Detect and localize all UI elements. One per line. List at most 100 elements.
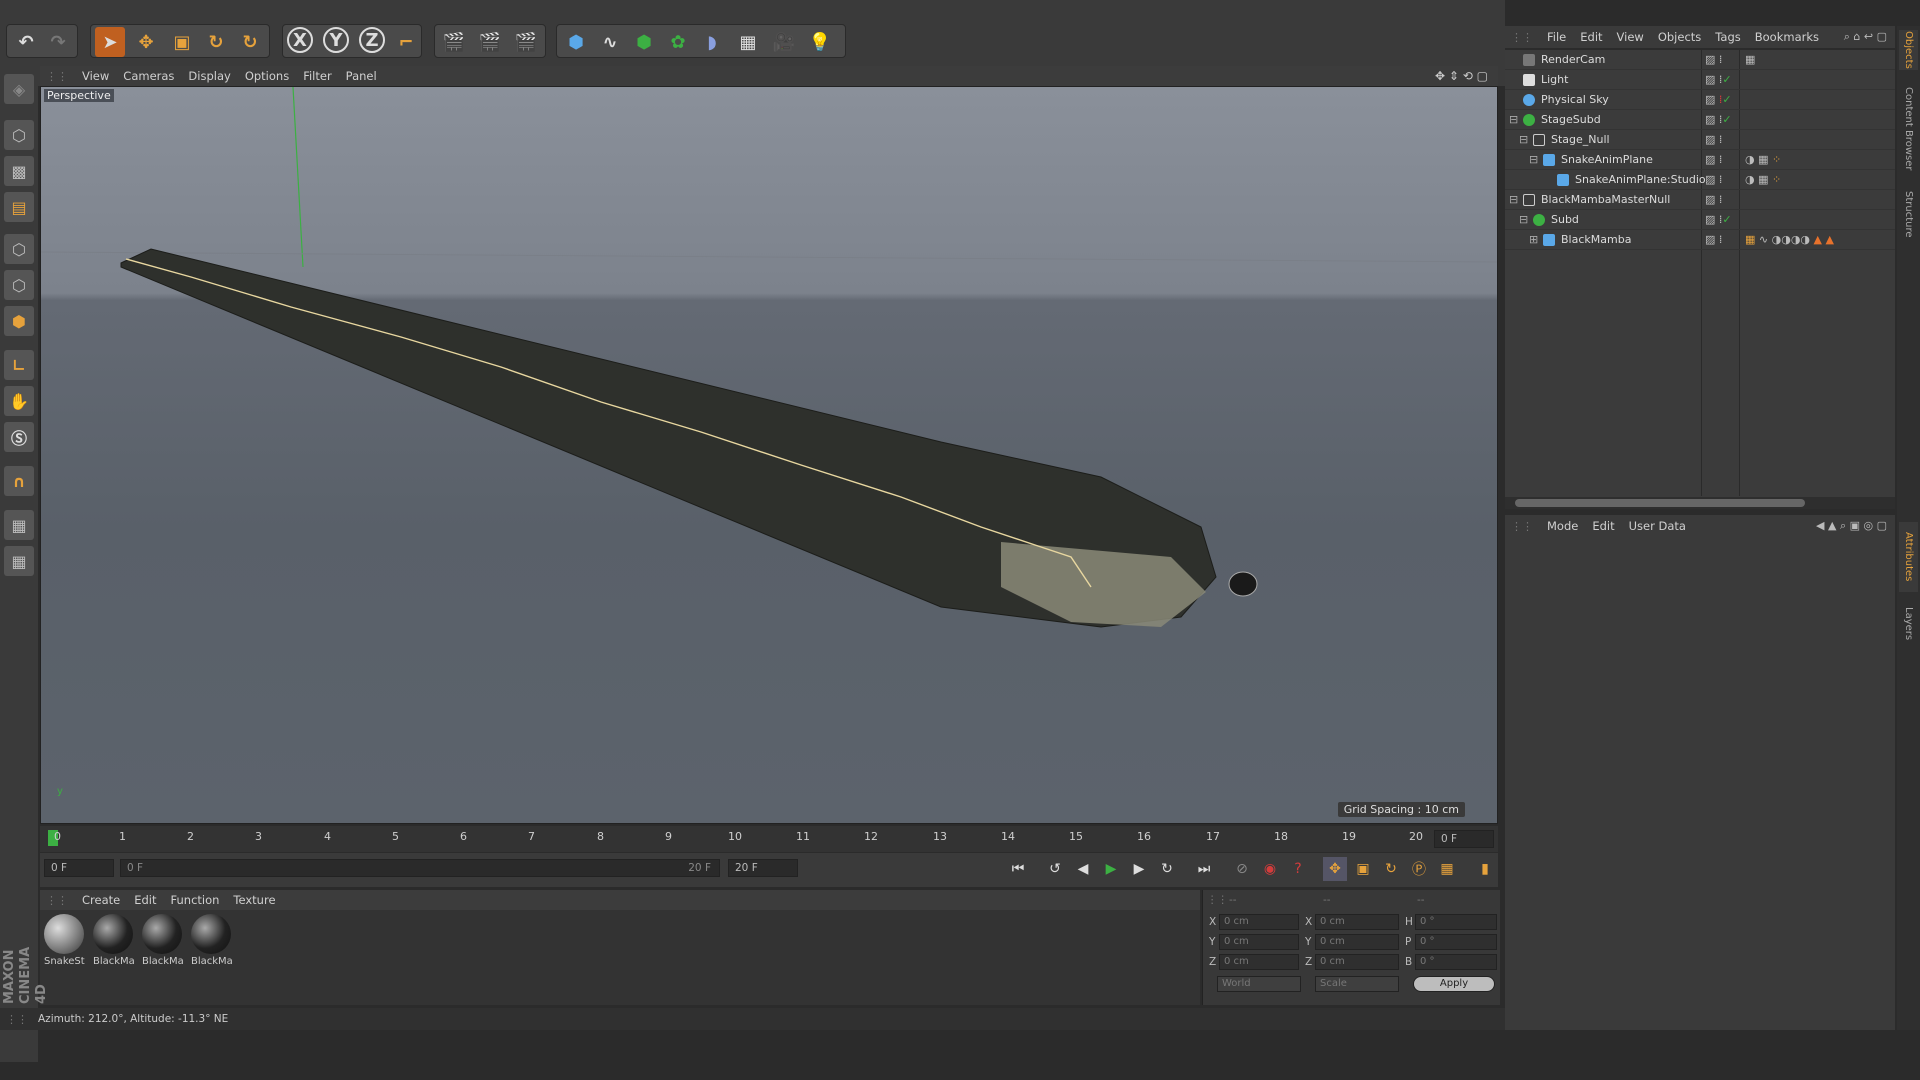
visibility-icon[interactable]: ▨ ⁞ xyxy=(1705,153,1722,166)
material-swatch[interactable]: BlackMa xyxy=(140,912,185,972)
rot-b-field[interactable]: 0 ° xyxy=(1415,954,1497,970)
record-pos-icon[interactable]: ⊘ xyxy=(1230,857,1254,881)
magnet-icon[interactable]: ∩ xyxy=(4,466,34,496)
light-icon[interactable]: 💡 xyxy=(805,27,835,57)
search-icon[interactable]: ⌕ ⌂ ↩ ▢ xyxy=(1844,30,1887,44)
menu-tags[interactable]: Tags xyxy=(1715,30,1740,44)
material-swatch[interactable]: BlackMa xyxy=(91,912,136,972)
menu-file[interactable]: File xyxy=(1547,30,1566,44)
material-tags[interactable]: ◑ ▦ ⁘ xyxy=(1745,173,1781,186)
array-icon[interactable]: ✿ xyxy=(663,27,693,57)
object-row[interactable]: ⊞ BlackMamba ▨ ⁞ ▦ ∿ ◑◑◑◑ ▲ ▲ xyxy=(1505,230,1895,250)
object-row[interactable]: ⊟ Subd ▨ ⁞✓ xyxy=(1505,210,1895,230)
size-mode-select[interactable]: Scale xyxy=(1315,976,1399,992)
spline-pen-icon[interactable]: ∿ xyxy=(595,27,625,57)
key-pla-icon[interactable]: ▦ xyxy=(1435,857,1459,881)
move-icon[interactable]: ✥ xyxy=(131,27,161,57)
deformer-icon[interactable]: ◗ xyxy=(697,27,727,57)
menu-function[interactable]: Function xyxy=(171,893,220,907)
nav-arrows-icon[interactable]: ◀ ▲ ⌕ ▣ ◎ ▢ xyxy=(1816,519,1887,533)
visibility-icon[interactable]: ▨ ⁞ xyxy=(1705,173,1722,186)
make-editable-icon[interactable]: ◈ xyxy=(4,74,34,104)
timeline-ruler[interactable]: 0 1 2 3 4 5 6 7 8 9 10 11 12 13 14 15 16… xyxy=(40,826,1498,852)
viewport-nav-icons[interactable]: ✥ ⇕ ⟲ ▢ xyxy=(1435,69,1488,83)
cube-icon[interactable]: ⬢ xyxy=(561,27,591,57)
material-swatch[interactable]: BlackMa xyxy=(189,912,234,972)
visibility-icon[interactable]: ▨ ⁞ xyxy=(1705,133,1722,146)
render-view-icon[interactable]: 🎬 xyxy=(439,27,469,57)
key-position-icon[interactable]: ✥ xyxy=(1323,857,1347,881)
points-mode-icon[interactable]: ⬡ xyxy=(4,234,34,264)
camera-icon[interactable]: 🎥 xyxy=(769,27,799,57)
horizontal-scrollbar[interactable] xyxy=(1505,497,1895,509)
render-picture-viewer-icon[interactable]: 🎬 xyxy=(475,27,505,57)
tab-objects[interactable]: Objects xyxy=(1899,30,1918,70)
object-row[interactable]: Physical Sky ▨ ⁞✓ xyxy=(1505,90,1895,110)
current-frame-field[interactable]: 0 F xyxy=(1434,830,1494,848)
apply-button[interactable]: Apply xyxy=(1413,976,1495,992)
end-frame-field[interactable]: 20 F xyxy=(728,859,798,877)
polygons-mode-icon[interactable]: ⬢ xyxy=(4,306,34,336)
record-key-icon[interactable]: ◉ xyxy=(1258,857,1282,881)
visibility-icon[interactable]: ▨ ⁞✓ xyxy=(1705,93,1732,106)
menu-create[interactable]: Create xyxy=(82,893,120,907)
menu-edit[interactable]: Edit xyxy=(1592,519,1614,533)
visibility-icon[interactable]: ▨ ⁞✓ xyxy=(1705,213,1732,226)
menu-mode[interactable]: Mode xyxy=(1547,519,1578,533)
frame-range-slider[interactable]: 0 F 20 F xyxy=(120,859,720,877)
collapse-icon[interactable]: ⊟ xyxy=(1509,193,1518,206)
menu-view[interactable]: View xyxy=(82,69,109,83)
collapse-icon[interactable]: ⊟ xyxy=(1509,113,1518,126)
visibility-icon[interactable]: ▨ ⁞✓ xyxy=(1705,113,1732,126)
object-row[interactable]: RenderCam ▨ ⁞ ▦ xyxy=(1505,50,1895,70)
start-frame-field[interactable]: 0 F xyxy=(44,859,114,877)
object-row[interactable]: ⊟ BlackMambaMasterNull ▨ ⁞ xyxy=(1505,190,1895,210)
rotate-icon[interactable]: ↻ xyxy=(201,27,231,57)
menu-view[interactable]: View xyxy=(1617,30,1644,44)
axis-mode-icon[interactable]: ∟ xyxy=(4,350,34,380)
tag-icon[interactable]: ▦ xyxy=(1745,53,1755,66)
next-key-icon[interactable]: ↻ xyxy=(1155,857,1179,881)
menu-bookmarks[interactable]: Bookmarks xyxy=(1755,30,1819,44)
recent-tool-icon[interactable]: ↻ xyxy=(235,27,265,57)
perspective-viewport[interactable]: Perspective Grid Spacing : 10 cm y xyxy=(40,86,1498,824)
redo-icon[interactable]: ↷ xyxy=(43,27,73,57)
tab-attributes[interactable]: Attributes xyxy=(1899,522,1918,592)
size-y-field[interactable]: 0 cm xyxy=(1315,934,1399,950)
snapping-icon[interactable]: Ⓢ xyxy=(4,422,34,452)
scale-icon[interactable]: ▣ xyxy=(167,27,197,57)
menu-edit[interactable]: Edit xyxy=(134,893,156,907)
visibility-icon[interactable]: ▨ ⁞ xyxy=(1705,193,1722,206)
key-rotation-icon[interactable]: ↻ xyxy=(1379,857,1403,881)
menu-texture[interactable]: Texture xyxy=(233,893,275,907)
play-icon[interactable]: ▶ xyxy=(1099,857,1123,881)
object-row[interactable]: ⊟ StageSubd ▨ ⁞✓ xyxy=(1505,110,1895,130)
z-axis-icon[interactable]: Z xyxy=(359,27,385,53)
object-row[interactable]: ⊟ SnakeAnimPlane ▨ ⁞ ◑ ▦ ⁘ xyxy=(1505,150,1895,170)
menu-panel[interactable]: Panel xyxy=(346,69,377,83)
subdivision-icon[interactable]: ⬢ xyxy=(629,27,659,57)
material-swatch[interactable]: SnakeSt xyxy=(42,912,87,972)
size-x-field[interactable]: 0 cm xyxy=(1315,914,1399,930)
edges-mode-icon[interactable]: ⬡ xyxy=(4,270,34,300)
prev-frame-icon[interactable]: ◀ xyxy=(1071,857,1095,881)
visibility-icon[interactable]: ▨ ⁞ xyxy=(1705,53,1722,66)
rot-p-field[interactable]: 0 ° xyxy=(1415,934,1497,950)
menu-display[interactable]: Display xyxy=(188,69,230,83)
floor-icon[interactable]: ▦ xyxy=(733,27,763,57)
collapse-icon[interactable]: ⊟ xyxy=(1519,213,1528,226)
key-param-icon[interactable]: Ⓟ xyxy=(1407,857,1431,881)
tweak-mode-icon[interactable]: ✋ xyxy=(4,386,34,416)
expand-icon[interactable]: ⊞ xyxy=(1529,233,1538,246)
object-row[interactable]: Light ▨ ⁞✓ xyxy=(1505,70,1895,90)
scrollbar-thumb[interactable] xyxy=(1515,499,1805,507)
goto-end-icon[interactable]: ⏭ xyxy=(1192,857,1216,881)
key-scale-icon[interactable]: ▣ xyxy=(1351,857,1375,881)
x-axis-icon[interactable]: X xyxy=(287,27,313,53)
object-row[interactable]: SnakeAnimPlane:Studio ▨ ⁞ ◑ ▦ ⁘ xyxy=(1505,170,1895,190)
size-z-field[interactable]: 0 cm xyxy=(1315,954,1399,970)
planar-workplane-icon[interactable]: ▦ xyxy=(4,546,34,576)
visibility-icon[interactable]: ▨ ⁞ xyxy=(1705,233,1722,246)
menu-user-data[interactable]: User Data xyxy=(1629,519,1686,533)
collapse-icon[interactable]: ⊟ xyxy=(1529,153,1538,166)
